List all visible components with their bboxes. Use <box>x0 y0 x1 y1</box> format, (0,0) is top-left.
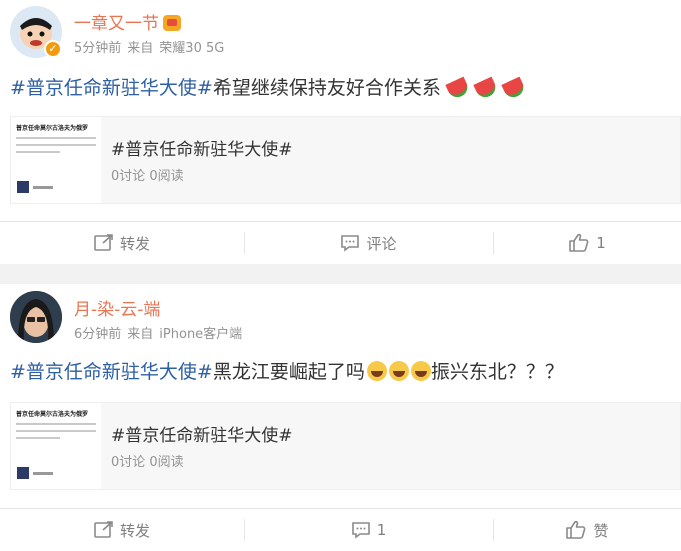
thumbnail-line <box>16 137 96 139</box>
laughing-emoji-icon <box>410 361 431 381</box>
username[interactable]: 月-染-云-端 <box>74 295 160 320</box>
thumbs-up-icon <box>569 233 589 252</box>
verified-badge-icon: ✓ <box>44 40 62 58</box>
topic-card[interactable]: 普京任命莫尔古洛夫为俄罗 #普京任命新驻华大使# 0讨论 0阅读 <box>10 402 681 490</box>
laughing-emoji-icon <box>388 361 409 381</box>
repost-button[interactable]: 转发 <box>0 222 244 264</box>
like-button[interactable]: 1 <box>493 222 681 264</box>
comment-button[interactable]: 1 <box>244 509 493 551</box>
post-body-text: 黑龙江要崛起了吗 <box>212 361 365 383</box>
like-label: 赞 <box>593 521 609 540</box>
watermelon-emoji-icon <box>503 76 525 98</box>
thumbnail-logo-icon <box>17 467 29 479</box>
like-button[interactable]: 赞 <box>493 509 681 551</box>
vip-crown-icon <box>163 15 181 31</box>
like-count: 1 <box>596 234 606 252</box>
action-bar: 转发 1 赞 <box>0 508 681 551</box>
username-text[interactable]: 一章又一节 <box>74 14 159 34</box>
thumbnail-title: 普京任命莫尔古洛夫为俄罗 <box>16 125 89 132</box>
post-body-text-tail: 振兴东北？？？ <box>430 361 564 383</box>
repost-icon <box>94 521 113 538</box>
post-body-text: 希望继续保持友好合作关系 <box>212 77 441 99</box>
topic-card-title[interactable]: #普京任命新驻华大使# <box>111 421 293 446</box>
hashtag-link[interactable]: #普京任命新驻华大使# <box>10 361 213 383</box>
topic-card[interactable]: 普京任命莫尔古洛夫为俄罗 #普京任命新驻华大使# 0讨论 0阅读 <box>10 116 681 204</box>
source-prefix: 来自 <box>127 41 154 56</box>
source-device: iPhone客户端 <box>159 327 243 342</box>
username-text[interactable]: 月-染-云-端 <box>74 300 160 320</box>
watermelon-emoji-icon <box>447 76 469 98</box>
comment-button[interactable]: 评论 <box>244 222 493 264</box>
comment-icon <box>341 235 360 252</box>
thumbnail-logo-text <box>33 472 53 475</box>
thumbnail-line <box>16 430 96 432</box>
watermelon-emoji-icon <box>475 76 497 98</box>
thumbs-up-icon <box>566 520 586 539</box>
topic-card-stats: 0讨论 0阅读 <box>111 169 184 184</box>
post-content: #普京任命新驻华大使#希望继续保持友好合作关系 <box>10 73 525 100</box>
comment-count: 1 <box>376 521 387 539</box>
topic-card-stats: 0讨论 0阅读 <box>111 455 184 470</box>
thumbnail-title: 普京任命莫尔古洛夫为俄罗 <box>16 411 89 418</box>
username[interactable]: 一章又一节 <box>74 9 181 34</box>
topic-thumbnail: 普京任命莫尔古洛夫为俄罗 <box>11 117 101 203</box>
post-meta: 5分钟前 来自 荣耀30 5G <box>74 37 230 56</box>
thumbnail-line <box>16 423 96 425</box>
thumbnail-logo-text <box>33 186 53 189</box>
laughing-emoji-icon <box>366 361 387 381</box>
post-content: #普京任命新驻华大使#黑龙江要崛起了吗 振兴东北？？？ <box>10 357 564 384</box>
post-time[interactable]: 5分钟前 <box>74 41 121 56</box>
source-prefix: 来自 <box>127 327 154 342</box>
thumbnail-line <box>16 151 60 153</box>
avatar[interactable] <box>10 291 62 343</box>
thumbnail-line <box>16 437 60 439</box>
hashtag-link[interactable]: #普京任命新驻华大使# <box>10 77 213 99</box>
comment-icon <box>351 522 370 539</box>
repost-label: 转发 <box>119 521 150 540</box>
weibo-post: 月-染-云-端 6分钟前 来自 iPhone客户端 #普京任命新驻华大使#黑龙江要崛… <box>0 284 681 551</box>
post-time[interactable]: 6分钟前 <box>74 327 121 342</box>
weibo-post: ✓ 一章又一节 5分钟前 来自 荣耀30 5G #普京任命新驻华大使#希望继续保持友… <box>0 0 681 264</box>
repost-button[interactable]: 转发 <box>0 509 244 551</box>
thumbnail-logo-icon <box>17 181 29 193</box>
repost-icon <box>94 234 113 251</box>
action-bar: 转发 评论 1 <box>0 221 681 264</box>
post-meta: 6分钟前 来自 iPhone客户端 <box>74 323 248 342</box>
thumbnail-line <box>16 144 96 146</box>
topic-card-title[interactable]: #普京任命新驻华大使# <box>111 135 293 160</box>
source-device: 荣耀30 5G <box>159 41 225 56</box>
topic-thumbnail: 普京任命莫尔古洛夫为俄罗 <box>11 403 101 489</box>
repost-label: 转发 <box>119 234 150 253</box>
feed-separator <box>0 264 681 284</box>
comment-label: 评论 <box>366 234 397 253</box>
